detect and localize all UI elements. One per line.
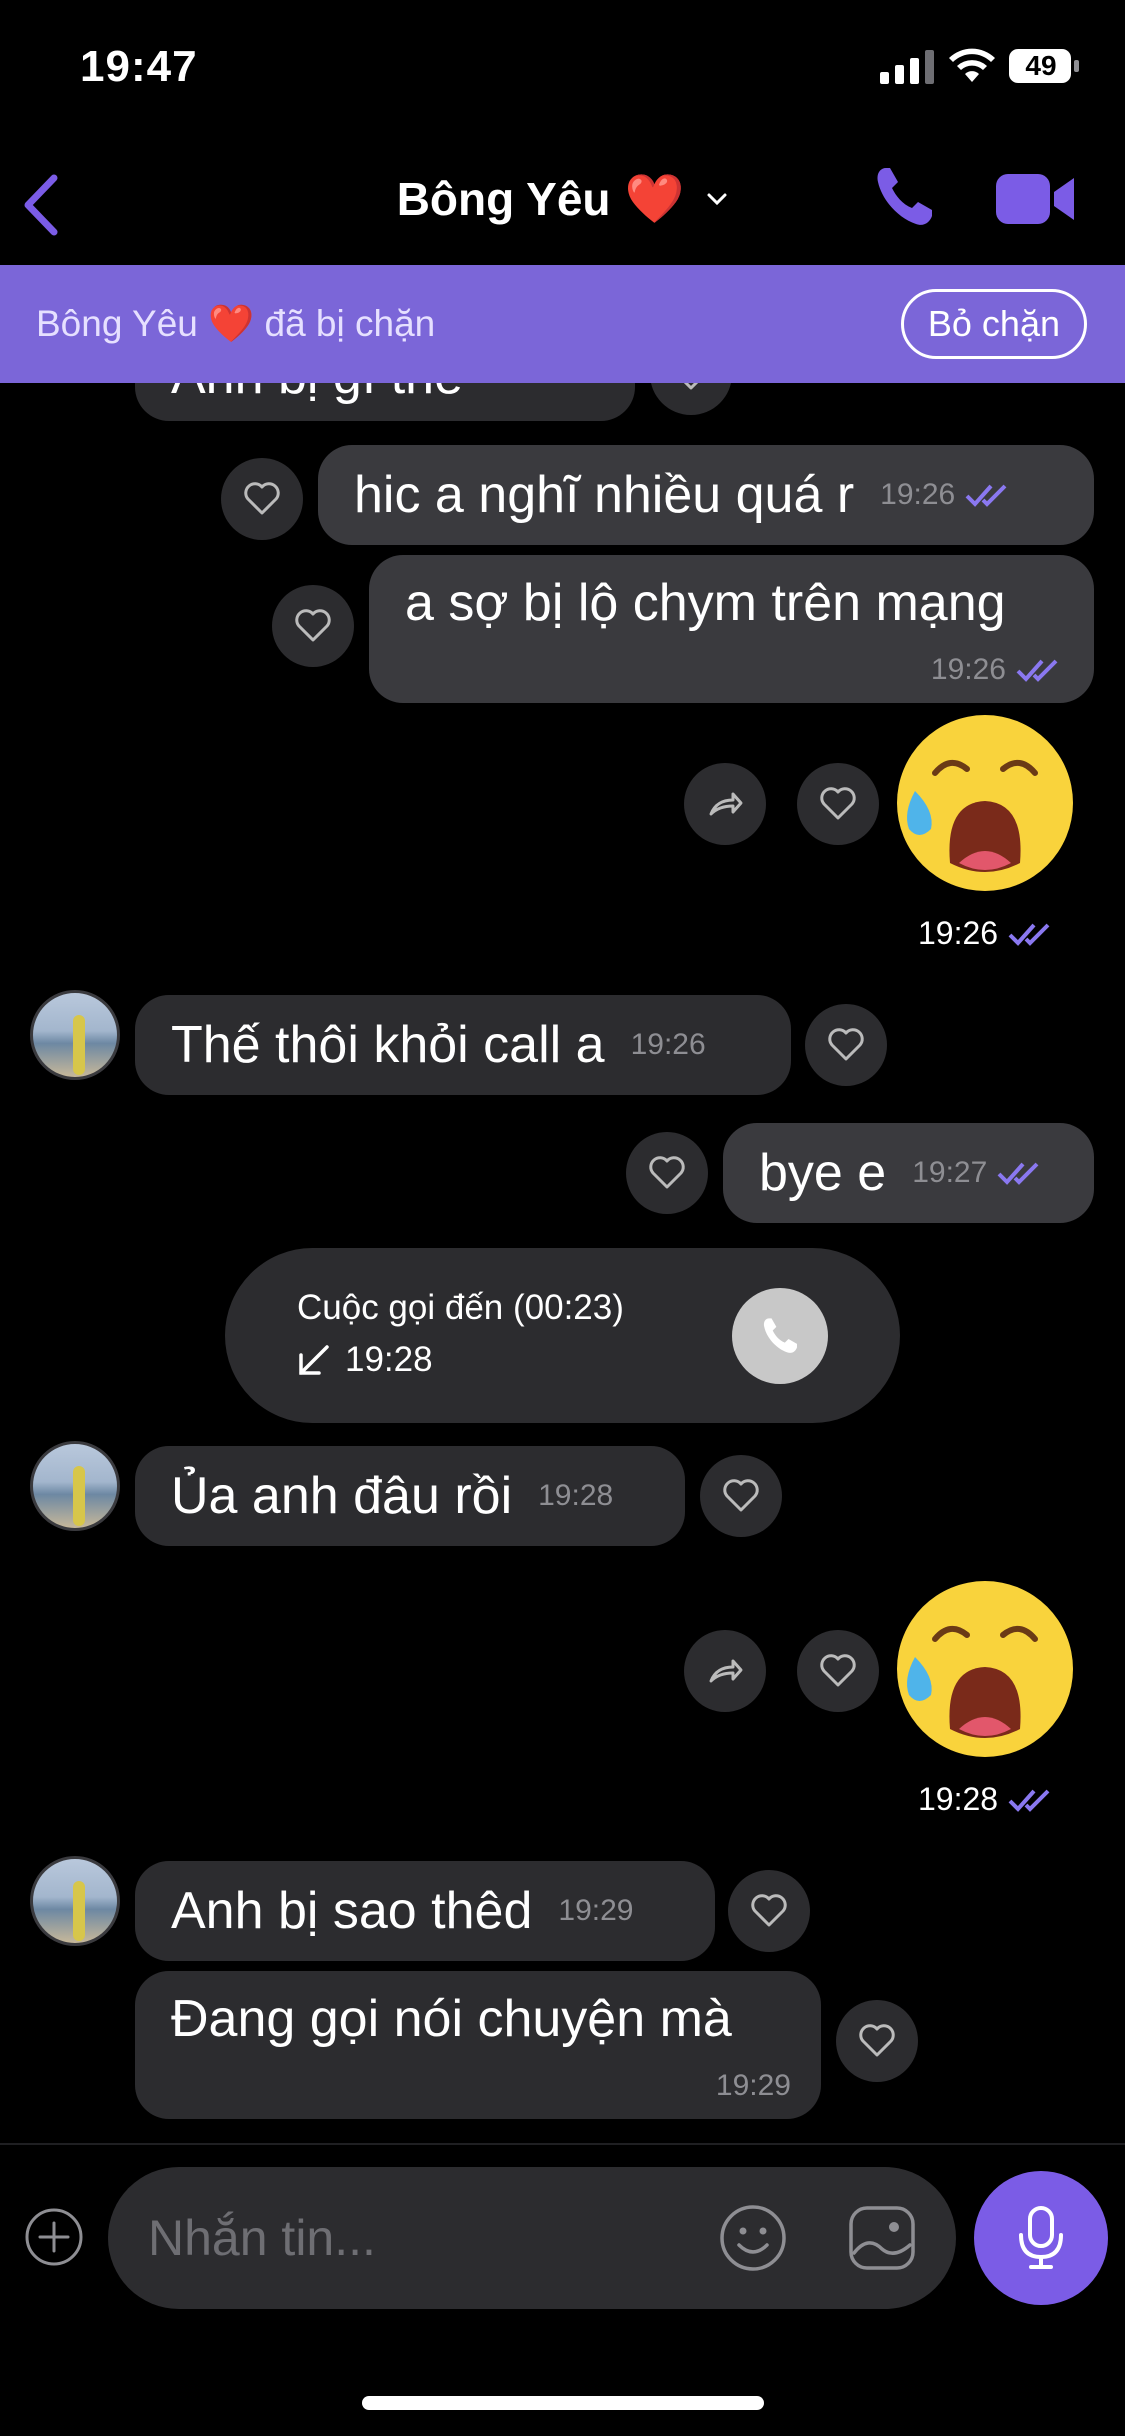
contact-avatar[interactable] — [30, 1856, 120, 1946]
message-text: bye e — [759, 1144, 887, 1202]
call-time: 19:28 — [345, 1340, 433, 1379]
contact-avatar[interactable] — [30, 1441, 120, 1531]
forward-button[interactable] — [684, 763, 766, 845]
message-text: Ủa anh đâu rồi — [171, 1467, 513, 1525]
contact-title[interactable]: Bông Yêu ❤️ — [0, 170, 1125, 227]
message-text: Đang gọi nói chuyện mà — [171, 1990, 732, 2048]
message-time: 19:28 — [538, 1479, 614, 1512]
gallery-image-icon[interactable] — [848, 2205, 916, 2271]
message-time: 19:26 — [930, 653, 1006, 686]
blocked-text: Bông Yêu ❤️ đã bị chặn — [36, 302, 436, 344]
message-bubble-incoming[interactable]: Thế thôi khỏi call a 19:26 — [135, 995, 791, 1095]
message-text: hic a nghĩ nhiều quá r — [354, 466, 855, 524]
message-time: 19:26 — [630, 1028, 706, 1061]
contact-avatar[interactable] — [30, 990, 120, 1080]
unblock-button[interactable]: Bỏ chặn — [900, 289, 1087, 359]
forward-arrow-icon — [709, 1659, 743, 1683]
battery-level: 49 — [1025, 50, 1057, 81]
call-back-button[interactable] — [732, 1288, 828, 1384]
message-input-container[interactable] — [108, 2167, 956, 2309]
like-button[interactable] — [728, 1870, 810, 1952]
message-text: Anh bị sao thêd — [171, 1882, 533, 1940]
chevron-down-icon — [707, 193, 727, 205]
heart-outline-icon — [751, 1894, 787, 1927]
forward-button[interactable] — [684, 1630, 766, 1712]
message-time: 19:27 — [912, 1156, 988, 1189]
message-text: Anh bị gì thế — [171, 383, 463, 406]
like-button[interactable] — [650, 383, 732, 415]
message-list[interactable]: Anh bị gì thế hic a nghĩ nhiều quá r 19:… — [0, 383, 1125, 2143]
message-text: Thế thôi khỏi call a — [171, 1016, 605, 1074]
message-time: 19:28 — [918, 1781, 999, 1817]
heart-outline-icon — [723, 1479, 759, 1512]
video-camera-icon[interactable] — [996, 170, 1076, 228]
battery-icon: 49 — [1008, 48, 1080, 84]
read-receipt-icon — [1008, 1789, 1050, 1812]
heart-outline-icon — [683, 383, 699, 390]
read-receipt-icon — [1008, 923, 1050, 946]
chat-header: Bông Yêu ❤️ — [0, 140, 1125, 265]
message-time: 19:29 — [558, 1894, 634, 1927]
composer-divider — [0, 2143, 1125, 2145]
cellular-signal-icon — [880, 50, 934, 84]
crying-face-sticker[interactable] — [895, 713, 1075, 893]
microphone-button[interactable] — [974, 2171, 1108, 2305]
like-button[interactable] — [836, 2000, 918, 2082]
heart-emoji: ❤️ — [624, 173, 685, 226]
blocked-banner: Bông Yêu ❤️ đã bị chặn Bỏ chặn — [0, 265, 1125, 383]
like-button[interactable] — [221, 458, 303, 540]
contact-name: Bông Yêu — [396, 172, 611, 225]
like-button[interactable] — [700, 1455, 782, 1537]
like-button[interactable] — [797, 763, 879, 845]
incoming-arrow-icon — [299, 1345, 329, 1375]
heart-outline-icon — [244, 482, 280, 515]
like-button[interactable] — [797, 1630, 879, 1712]
status-bar: 19:47 49 — [0, 0, 1125, 140]
heart-outline-icon — [859, 2024, 895, 2057]
read-receipt-icon — [997, 1162, 1039, 1185]
heart-outline-icon — [649, 1156, 685, 1189]
like-button[interactable] — [626, 1132, 708, 1214]
read-receipt-icon — [965, 484, 1007, 507]
wifi-icon — [949, 48, 995, 82]
call-title: Cuộc gọi đến (00:23) — [297, 1288, 624, 1327]
plus-circle-icon[interactable] — [24, 2207, 84, 2267]
message-time: 19:29 — [715, 2069, 791, 2102]
phone-icon — [763, 1318, 797, 1353]
status-time: 19:47 — [80, 42, 198, 91]
message-time: 19:26 — [918, 915, 999, 951]
incoming-call-card[interactable]: Cuộc gọi đến (00:23) 19:28 — [225, 1248, 900, 1423]
message-input[interactable] — [148, 2167, 708, 2309]
message-bubble-incoming[interactable]: Anh bị sao thêd 19:29 — [135, 1861, 715, 1961]
read-receipt-icon — [1016, 659, 1058, 682]
home-indicator — [362, 2396, 764, 2410]
heart-outline-icon — [820, 1654, 856, 1687]
heart-outline-icon — [820, 787, 856, 820]
heart-outline-icon — [295, 609, 331, 642]
message-bubble-outgoing[interactable]: bye e 19:27 — [723, 1123, 1094, 1223]
message-time: 19:26 — [880, 478, 956, 511]
crying-face-sticker[interactable] — [895, 1579, 1075, 1759]
message-bubble-outgoing[interactable]: hic a nghĩ nhiều quá r 19:26 — [318, 445, 1094, 545]
smiley-icon[interactable] — [718, 2203, 788, 2273]
message-bubble-incoming[interactable]: Ủa anh đâu rồi 19:28 — [135, 1446, 685, 1546]
microphone-icon — [1019, 2206, 1063, 2269]
phone-icon[interactable] — [872, 164, 936, 230]
heart-outline-icon — [828, 1028, 864, 1061]
like-button[interactable] — [272, 585, 354, 667]
forward-arrow-icon — [709, 792, 743, 816]
message-bubble-incoming[interactable]: Đang gọi nói chuyện mà 19:29 — [135, 1971, 821, 2119]
chat-screen: 19:47 49 Bông Yêu ❤️ Bông Yêu ❤️ đã bị c… — [0, 0, 1125, 2436]
message-text: a sợ bị lộ chym trên mạng — [405, 574, 1006, 632]
like-button[interactable] — [805, 1004, 887, 1086]
message-bubble-outgoing[interactable]: a sợ bị lộ chym trên mạng 19:26 — [369, 555, 1094, 703]
message-bubble-incoming[interactable]: Anh bị gì thế — [135, 383, 635, 421]
